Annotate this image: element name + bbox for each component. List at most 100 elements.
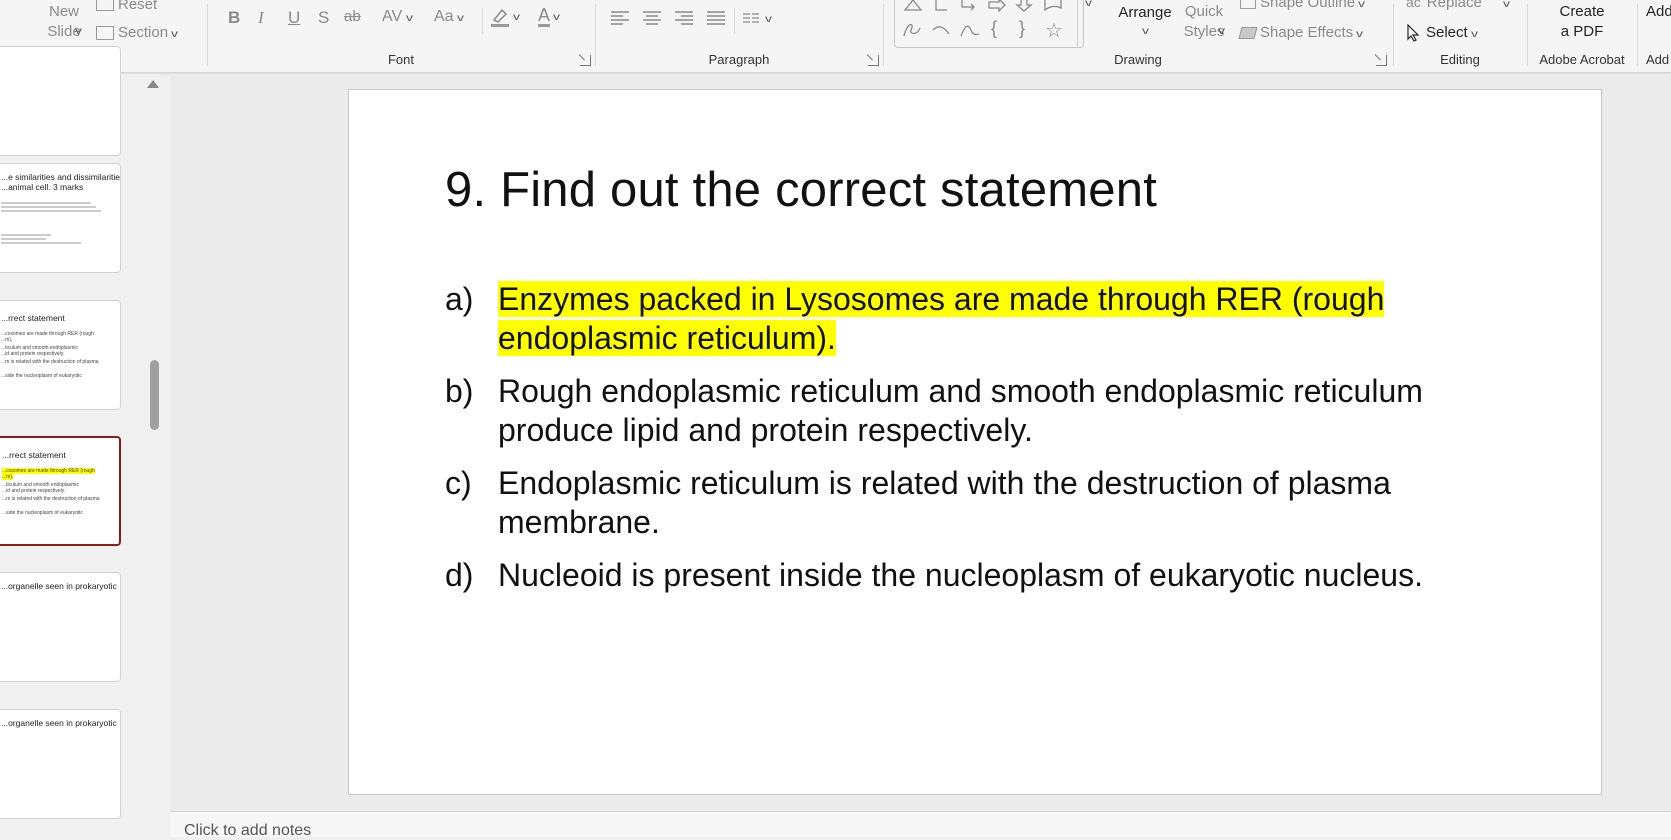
- paragraph-group-label: Paragraph: [708, 52, 770, 67]
- option-marker: d): [445, 557, 474, 593]
- replace-button[interactable]: ac Replace v: [1406, 0, 1510, 11]
- option-marker: c): [445, 465, 472, 501]
- italic-button[interactable]: I: [258, 8, 264, 28]
- section-button[interactable]: Section v: [96, 24, 178, 41]
- thumbnail-text-line: [1, 206, 96, 208]
- right-arrow-shape-icon[interactable]: [987, 0, 1007, 12]
- quick-styles-chevron-down-icon[interactable]: v: [1218, 26, 1225, 37]
- shapes-gallery-more-chevron-icon[interactable]: v: [1085, 0, 1092, 9]
- thumbnail-text-line: ...cosomes are made through RER (rough: [2, 468, 95, 474]
- shape-effects-button[interactable]: Shape Effects v: [1238, 24, 1363, 41]
- justify-icon[interactable]: [706, 10, 726, 26]
- thumbnail-text-line: [1, 238, 46, 240]
- notes-pane[interactable]: Click to add notes: [170, 811, 1671, 839]
- cursor-arrow-icon: [1407, 23, 1420, 42]
- thumbnail-text-line: ...id and protein respectively.: [2, 488, 66, 494]
- thumbnail-text-line: [1, 234, 51, 236]
- shape-outline-label: Shape Outline: [1260, 0, 1356, 11]
- shapes-gallery[interactable]: { } ☆: [894, 0, 1084, 48]
- slide-canvas[interactable]: 9. Find out the correct statement a) Enz…: [348, 89, 1602, 795]
- text-shadow-button[interactable]: S: [318, 8, 329, 28]
- thumbnail-title: ...organelle seen in prokaryotic: [1, 581, 117, 591]
- font-color-icon: A: [538, 5, 551, 27]
- arc-shape-icon[interactable]: [931, 20, 953, 40]
- paragraph-dialog-launcher-icon[interactable]: [868, 55, 879, 66]
- slide-options-list[interactable]: a) Enzymes packed in Lysosomes are made …: [445, 280, 1505, 609]
- option-marker: a): [445, 281, 474, 317]
- elbow-connector-shape-icon[interactable]: [933, 0, 949, 12]
- slide-thumbnail[interactable]: [0, 46, 121, 156]
- bold-button[interactable]: B: [228, 8, 240, 28]
- thumbnail-text-line: ...cosomes are made through RER (rough: [1, 331, 94, 337]
- add-ins-group: Add Add: [1638, 0, 1671, 73]
- slide-thumbnail[interactable]: ...organelle seen in prokaryotic: [0, 572, 121, 682]
- new-slide-button[interactable]: New Slide: [38, 2, 90, 42]
- slide-title[interactable]: 9. Find out the correct statement: [445, 162, 1157, 218]
- thumbnail-text-line: [1, 202, 91, 204]
- editing-group: ac Replace v Select v Editing: [1394, 0, 1526, 73]
- underline-button[interactable]: U: [288, 8, 300, 28]
- align-center-icon[interactable]: [642, 10, 662, 26]
- slide-thumbnail[interactable]: ...rrect statement ...cosomes are made t…: [0, 300, 121, 410]
- select-button[interactable]: Select v: [1406, 23, 1478, 42]
- curve-shape-icon[interactable]: [959, 20, 981, 40]
- align-left-icon[interactable]: [610, 10, 630, 26]
- thumbnail-text-line: [1, 210, 101, 212]
- font-color-chevron-down-icon: v: [553, 12, 561, 23]
- option-text-highlighted: Enzymes packed in Lysosomes are made thr…: [498, 281, 1385, 356]
- character-spacing-button[interactable]: AV v: [382, 8, 413, 26]
- flowchart-shape-icon[interactable]: [1043, 0, 1063, 12]
- slide-thumbnail-pane: ...e similarities and dissimilarities ..…: [0, 46, 160, 837]
- star-shape-icon[interactable]: ☆: [1045, 18, 1063, 43]
- slide-thumbnail-selected[interactable]: ...rrect statement ...cosomes are made t…: [0, 436, 121, 546]
- align-right-icon[interactable]: [674, 10, 694, 26]
- freeform-scribble-shape-icon[interactable]: [901, 20, 923, 40]
- font-color-button[interactable]: A v: [538, 5, 561, 27]
- select-label: Select: [1426, 24, 1468, 41]
- option-text: Endoplasmic reticulum is related with th…: [498, 465, 1391, 540]
- ribbon-separator: [482, 8, 483, 34]
- drawing-group-label: Drawing: [1114, 52, 1162, 67]
- create-pdf-button[interactable]: Create a PDF: [1528, 2, 1636, 42]
- thumbnail-text-line: ...m).: [1, 337, 13, 343]
- triangle-shape-icon[interactable]: [903, 0, 923, 12]
- left-brace-shape-icon[interactable]: {: [991, 18, 997, 39]
- right-brace-shape-icon[interactable]: }: [1019, 18, 1025, 39]
- slide-thumbnail[interactable]: ...organelle seen in prokaryotic: [0, 709, 121, 819]
- slide-thumbnail[interactable]: ...e similarities and dissimilarities ..…: [0, 163, 121, 273]
- section-label: Section: [118, 24, 169, 41]
- columns-icon[interactable]: [742, 12, 760, 24]
- elbow-arrow-shape-icon[interactable]: [959, 0, 977, 12]
- thumbnail-pane-scrollbar[interactable]: [150, 360, 159, 430]
- scroll-up-arrow-icon[interactable]: [147, 80, 159, 88]
- columns-chevron-down-icon[interactable]: v: [765, 14, 772, 25]
- highlight-color-button[interactable]: v: [490, 6, 520, 32]
- drawing-dialog-launcher-icon[interactable]: [1376, 55, 1387, 66]
- ribbon: New Slide v Reset Section v Slides B I U…: [0, 0, 1671, 73]
- down-arrow-shape-icon[interactable]: [1015, 0, 1033, 12]
- arrange-button[interactable]: Arrange v: [1116, 4, 1174, 38]
- thumbnail-text-line: ...m is related with the destruction of …: [2, 496, 100, 502]
- shape-effects-label: Shape Effects: [1260, 24, 1354, 41]
- thumbnail-title: ...organelle seen in prokaryotic: [1, 718, 117, 728]
- adobe-acrobat-group: Create a PDF Adobe Acrobat: [1528, 0, 1636, 73]
- adobe-acrobat-group-label: Adobe Acrobat: [1539, 52, 1625, 67]
- shape-outline-icon: [1240, 0, 1256, 10]
- gallery-divider: [1077, 0, 1078, 48]
- font-dialog-launcher-icon[interactable]: [580, 55, 591, 66]
- font-group-label: Font: [387, 52, 414, 67]
- change-case-button[interactable]: Aa v: [434, 8, 465, 26]
- highlighter-icon: [491, 8, 509, 27]
- reset-button[interactable]: Reset: [96, 0, 157, 13]
- arrange-chevron-down-icon: v: [1141, 26, 1149, 37]
- change-case-chevron-down-icon: v: [457, 13, 465, 24]
- option-text: Rough endoplasmic reticulum and smooth e…: [498, 373, 1423, 448]
- shape-outline-button[interactable]: Shape Outline v: [1240, 0, 1365, 11]
- reset-icon: [96, 0, 114, 12]
- new-slide-chevron-down-icon[interactable]: v: [75, 26, 82, 37]
- option-b: b) Rough endoplasmic reticulum and smoot…: [445, 372, 1505, 450]
- character-spacing-label: AV: [382, 8, 403, 25]
- shape-effects-icon: [1238, 27, 1258, 40]
- strikethrough-button[interactable]: ab: [344, 8, 361, 25]
- add-ins-button[interactable]: Add: [1646, 2, 1671, 22]
